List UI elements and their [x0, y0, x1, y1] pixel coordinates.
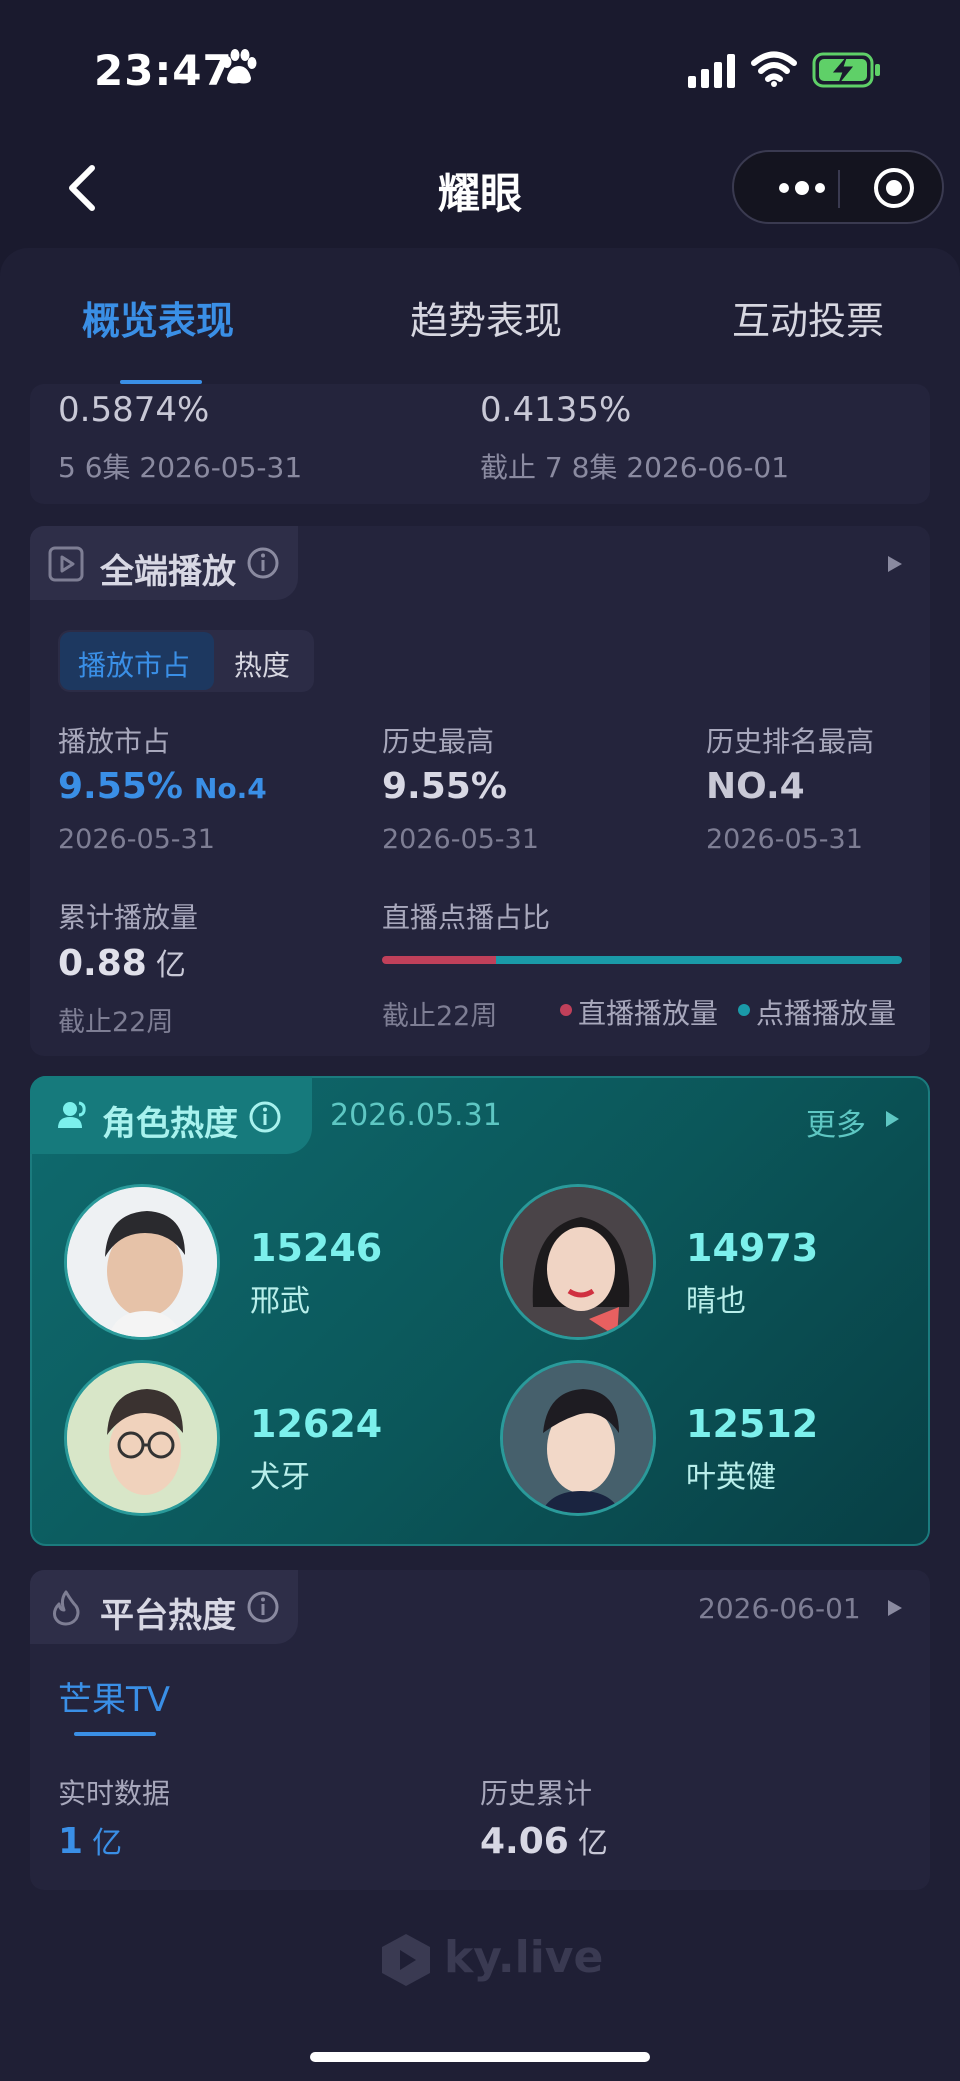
role-name: 犬牙 [250, 1460, 310, 1495]
total-unit: 亿 [577, 1826, 608, 1861]
tab-overview[interactable]: 概览表现 [82, 290, 234, 345]
playback-title: 全端播放 [100, 552, 236, 592]
avatar-portrait [67, 1187, 217, 1337]
avatar[interactable] [500, 1184, 656, 1340]
top-stat-value-1: 0.5874% [58, 390, 210, 430]
avatar[interactable] [64, 1360, 220, 1516]
arrow-right-icon[interactable] [886, 554, 904, 574]
people-icon [58, 1101, 86, 1128]
capsule-divider [838, 170, 840, 208]
arrow-right-icon[interactable] [886, 1598, 904, 1618]
legend-live: 直播播放量 [578, 997, 719, 1030]
info-icon[interactable] [246, 1590, 280, 1624]
top-stat-value-2: 0.4135% [480, 390, 632, 430]
toggle-market-share[interactable]: 播放市占 [78, 644, 190, 684]
market-share-label: 播放市占 [58, 725, 171, 758]
ky-live-logo-icon [382, 1934, 430, 1986]
role-name: 晴也 [686, 1284, 746, 1319]
paw-icon [222, 49, 257, 84]
role-score: 12624 [250, 1402, 383, 1446]
mini-program-capsule [732, 150, 944, 224]
platform-heat-title: 平台热度 [100, 1596, 236, 1636]
top-stat-sub-2: 截止 7 8集 2026-06-01 [480, 451, 790, 484]
market-share-row: 9.55% No.4 [58, 766, 267, 807]
toggle-heat[interactable]: 热度 [234, 644, 290, 684]
top-stat-sub-1: 5 6集 2026-05-31 [58, 451, 303, 484]
history-rank-value: NO.4 [706, 766, 805, 807]
arrow-right-icon[interactable] [884, 1110, 900, 1128]
total-row: 4.06 亿 [480, 1818, 608, 1862]
info-icon[interactable] [248, 1100, 282, 1134]
legend-dot-vod [738, 1004, 750, 1016]
legend-vod: 点播播放量 [756, 997, 897, 1030]
ratio-sub: 截止22周 [382, 1001, 498, 1032]
history-high-label: 历史最高 [382, 725, 495, 758]
market-share-rank: No.4 [194, 772, 267, 805]
signal-icon [688, 54, 735, 88]
flame-icon [53, 1590, 80, 1626]
more-icon[interactable] [772, 168, 832, 208]
cumulative-value: 0.88 [58, 943, 147, 984]
legend-dot-live [560, 1004, 572, 1016]
platform-heat-date: 2026-06-01 [698, 1592, 861, 1625]
history-high-value: 9.55% [382, 766, 507, 807]
cumulative-label: 累计播放量 [58, 901, 199, 934]
total-label: 历史累计 [480, 1777, 593, 1810]
play-box-icon [48, 546, 84, 582]
role-score: 14973 [686, 1226, 819, 1270]
market-share-value: 9.55% [58, 766, 183, 807]
ratio-bar-live [382, 956, 496, 964]
platform-tab-mango[interactable]: 芒果TV [58, 1672, 170, 1721]
realtime-row: 1 亿 [58, 1818, 122, 1862]
cumulative-unit: 亿 [155, 948, 186, 983]
realtime-unit: 亿 [92, 1826, 123, 1861]
ratio-bar-vod [496, 956, 902, 964]
realtime-label: 实时数据 [58, 1777, 171, 1810]
cumulative-row: 0.88 亿 [58, 940, 186, 984]
home-indicator[interactable] [310, 2052, 650, 2062]
platform-tab-indicator [74, 1732, 156, 1736]
role-score: 15246 [250, 1226, 383, 1270]
wifi-icon [751, 51, 797, 87]
history-rank-label: 历史排名最高 [706, 725, 875, 758]
role-name: 邢武 [250, 1284, 310, 1319]
tab-trend[interactable]: 趋势表现 [410, 290, 562, 345]
avatar-portrait [67, 1363, 217, 1513]
battery-charging-icon [812, 52, 880, 88]
role-score: 12512 [686, 1402, 819, 1446]
role-name: 叶英健 [686, 1460, 776, 1495]
role-heat-title: 角色热度 [102, 1104, 238, 1144]
history-rank-date: 2026-05-31 [706, 824, 863, 855]
info-icon[interactable] [246, 546, 280, 580]
role-heat-date: 2026.05.31 [330, 1098, 502, 1133]
avatar-portrait [503, 1363, 653, 1513]
close-target-icon[interactable] [872, 166, 916, 210]
history-high-date: 2026-05-31 [382, 824, 539, 855]
market-share-date: 2026-05-31 [58, 824, 215, 855]
avatar[interactable] [64, 1184, 220, 1340]
ratio-label: 直播点播占比 [382, 901, 551, 934]
status-time: 23:47 [94, 46, 233, 95]
total-value: 4.06 [480, 1821, 569, 1862]
cumulative-sub: 截止22周 [58, 1007, 174, 1038]
avatar[interactable] [500, 1360, 656, 1516]
tab-vote[interactable]: 互动投票 [732, 290, 884, 345]
avatar-portrait [503, 1187, 653, 1337]
realtime-value: 1 [58, 1821, 84, 1862]
watermark-text: ky.live [444, 1932, 604, 1983]
role-heat-more-link[interactable]: 更多 [806, 1100, 866, 1144]
